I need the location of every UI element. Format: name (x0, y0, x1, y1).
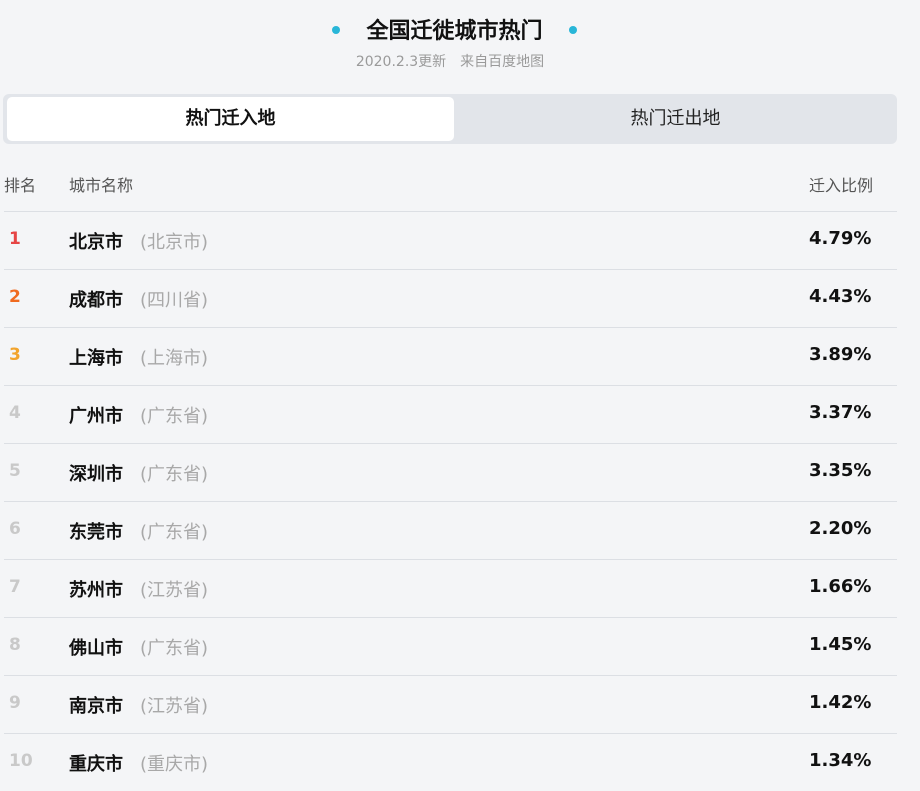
city-name: 北京市 (69, 232, 123, 253)
tab-top-inbound[interactable]: 热门迁入地 (7, 97, 454, 141)
province-name: (北京市) (140, 232, 209, 253)
inbound-ratio: 1.34% (809, 750, 872, 771)
ranking-table: 排名 城市名称 迁入比例 1 北京市 (北京市) 4.79% 2 成都市 (四川省) 4.43… (0, 154, 897, 791)
table-row: 8 佛山市 (广东省) 1.45% (4, 618, 897, 676)
page-header: 全国迁徙城市热门 2020.2.3更新 来自百度地图 (0, 0, 920, 92)
inbound-ratio: 1.45% (809, 634, 872, 655)
province-name: (上海市) (140, 348, 209, 369)
page-subtitle: 2020.2.3更新 来自百度地图 (0, 51, 900, 73)
rank-number: 7 (9, 577, 21, 597)
city-name: 南京市 (69, 696, 123, 717)
page-title: 全国迁徙城市热门 (366, 19, 543, 44)
inbound-ratio: 1.66% (809, 576, 872, 597)
city-name: 广州市 (69, 406, 123, 427)
inbound-ratio: 2.20% (809, 518, 872, 539)
inbound-ratio: 4.43% (809, 286, 872, 307)
rank-number: 5 (9, 461, 21, 481)
province-name: (广东省) (140, 522, 209, 543)
city-name: 成都市 (69, 290, 123, 311)
title-left-dot-icon (332, 26, 341, 34)
rank-number: 1 (9, 229, 21, 249)
rank-number: 8 (9, 635, 21, 655)
city-name: 苏州市 (69, 580, 123, 601)
inbound-ratio: 4.79% (809, 228, 872, 249)
rank-number: 3 (9, 345, 21, 365)
table-row: 9 南京市 (江苏省) 1.42% (4, 676, 897, 734)
table-row: 1 北京市 (北京市) 4.79% (4, 212, 897, 270)
inbound-ratio: 3.89% (809, 344, 872, 365)
city-name: 上海市 (69, 348, 123, 369)
rank-number: 6 (9, 519, 21, 539)
inbound-ratio: 3.35% (809, 460, 872, 481)
inbound-ratio: 1.42% (809, 692, 872, 713)
province-name: (重庆市) (140, 754, 209, 775)
update-date: 2020.2.3更新 (355, 54, 447, 70)
column-header-city: 城市名称 (69, 176, 134, 195)
title-right-dot-icon (568, 26, 577, 34)
tab-bar: 热门迁入地 热门迁出地 (3, 94, 897, 144)
rank-number: 4 (9, 403, 21, 423)
table-row: 2 成都市 (四川省) 4.43% (4, 270, 897, 328)
column-header-ratio: 迁入比例 (809, 176, 874, 195)
province-name: (江苏省) (140, 696, 209, 717)
table-row: 3 上海市 (上海市) 3.89% (4, 328, 897, 386)
table-row: 4 广州市 (广东省) 3.37% (4, 386, 897, 444)
province-name: (江苏省) (140, 580, 209, 601)
city-name: 东莞市 (69, 522, 123, 543)
rank-number: 10 (9, 751, 33, 771)
table-body: 1 北京市 (北京市) 4.79% 2 成都市 (四川省) 4.43% 3 上海市 (上海市) 3.8… (0, 212, 897, 791)
city-name: 深圳市 (69, 464, 123, 485)
province-name: (四川省) (140, 290, 209, 311)
city-name: 重庆市 (69, 754, 123, 775)
rank-number: 9 (9, 693, 21, 713)
inbound-ratio: 3.37% (809, 402, 872, 423)
table-row: 10 重庆市 (重庆市) 1.34% (4, 734, 897, 791)
column-header-rank: 排名 (4, 176, 37, 195)
title-row: 全国迁徙城市热门 (0, 16, 909, 48)
province-name: (广东省) (140, 638, 209, 659)
table-row: 6 东莞市 (广东省) 2.20% (4, 502, 897, 560)
province-name: (广东省) (140, 406, 209, 427)
table-row: 7 苏州市 (江苏省) 1.66% (4, 560, 897, 618)
table-row: 5 深圳市 (广东省) 3.35% (4, 444, 897, 502)
table-header: 排名 城市名称 迁入比例 (4, 154, 897, 212)
rank-number: 2 (9, 287, 21, 307)
data-source: 来自百度地图 (460, 54, 545, 70)
city-name: 佛山市 (69, 638, 123, 659)
tab-top-outbound[interactable]: 热门迁出地 (454, 97, 897, 141)
province-name: (广东省) (140, 464, 209, 485)
